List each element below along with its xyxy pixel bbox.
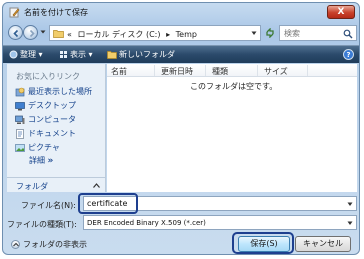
column-divider[interactable] (205, 65, 206, 76)
organize-label: 整理 ▾ (20, 50, 43, 59)
filetype-selected-value: DER Encoded Binary X.509 (*.cer) (87, 219, 206, 227)
favorite-link-documents[interactable]: ドキュメント (15, 128, 76, 139)
organize-icon (9, 50, 18, 59)
breadcrumb-overflow[interactable]: « (67, 30, 72, 39)
save-form: ファイル名(N): ファイルの種類(T): DER Encoded Binary… (3, 193, 359, 254)
column-header-modified[interactable]: 更新日時 (161, 66, 193, 77)
views-icon (60, 51, 67, 58)
filetype-label: ファイルの種類(T): (7, 220, 77, 229)
column-divider[interactable] (307, 65, 308, 76)
recent-pages-dropdown-icon[interactable] (40, 29, 46, 35)
search-icon[interactable] (343, 29, 353, 39)
column-header-size[interactable]: サイズ (264, 66, 288, 77)
refresh-icon[interactable] (265, 28, 275, 38)
favorite-label: 最近表示した場所 (28, 87, 92, 96)
filename-field[interactable] (83, 196, 357, 211)
column-header-type[interactable]: 種類 (212, 66, 228, 77)
folder-icon (53, 30, 64, 38)
organize-button[interactable]: 整理 ▾ (9, 49, 43, 60)
favorite-link-pictures[interactable]: ピクチャ (15, 142, 60, 153)
filename-dropdown-icon[interactable] (347, 202, 353, 207)
title-bar: 名前を付けて保存 X (3, 3, 359, 21)
command-toolbar: 整理 ▾ 表示 ▾ 新しいフォルダ ? (3, 45, 359, 63)
pictures-icon (15, 143, 25, 152)
window-title: 名前を付けて保存 (24, 8, 88, 17)
column-divider[interactable] (257, 65, 258, 76)
column-divider[interactable] (154, 65, 155, 76)
save-dialog-icon (9, 7, 20, 18)
new-folder-icon (107, 51, 117, 59)
new-folder-label: 新しいフォルダ (119, 50, 175, 59)
filename-label: ファイル名(N): (21, 201, 76, 210)
address-row: « ローカル ディスク (C:) ▸ Temp (3, 23, 359, 43)
cancel-button[interactable]: キャンセル (295, 236, 351, 252)
desktop-icon (15, 101, 25, 110)
breadcrumb: « ローカル ディスク (C:) ▸ Temp (67, 29, 200, 40)
new-folder-button[interactable]: 新しいフォルダ (107, 49, 175, 60)
forward-arrow-icon (29, 29, 35, 38)
empty-folder-message: このフォルダは空です。 (190, 82, 278, 91)
favorite-links-heading: お気に入りリンク (16, 72, 80, 81)
column-header-name[interactable]: 名前 (111, 66, 127, 77)
file-list[interactable]: 名前 更新日時 種類 サイズ このフォルダは空です。 (107, 64, 357, 192)
computer-icon (15, 115, 25, 124)
chevron-up-icon (93, 183, 100, 188)
filename-input[interactable] (84, 197, 334, 210)
close-button[interactable]: X (327, 5, 355, 19)
navigation-pane: お気に入りリンク 最近表示した場所 デスクトップ コンピュータ ドキュメント ピ… (7, 64, 106, 192)
double-chevron-icon: » (47, 156, 54, 166)
favorite-label: コンピュータ (28, 115, 76, 124)
more-links-button[interactable]: 詳細 » (29, 155, 53, 166)
chevron-up-circle-icon (11, 240, 20, 249)
search-field[interactable] (279, 25, 357, 41)
breadcrumb-local-disk[interactable]: ローカル ディスク (C:) (77, 30, 160, 39)
views-button[interactable]: 表示 ▾ (59, 49, 93, 60)
recent-places-icon (15, 87, 25, 96)
back-button[interactable] (8, 25, 23, 40)
forward-button[interactable] (23, 25, 38, 40)
save-button[interactable]: 保存(S) (238, 236, 290, 252)
filetype-dropdown-icon[interactable] (347, 221, 353, 226)
save-as-dialog: 名前を付けて保存 X « ローカル ディスク (C:) ▸ Temp 検索 整理… (2, 2, 360, 255)
address-dropdown-icon[interactable] (251, 31, 257, 36)
favorite-link-recent-places[interactable]: 最近表示した場所 (15, 86, 92, 97)
address-bar[interactable]: « ローカル ディスク (C:) ▸ Temp (49, 25, 261, 41)
views-label: 表示 ▾ (70, 50, 93, 59)
favorite-link-desktop[interactable]: デスクトップ (15, 100, 76, 111)
folders-label: フォルダ (16, 182, 48, 191)
breadcrumb-separator[interactable]: ▸ (166, 30, 170, 39)
filetype-select[interactable]: DER Encoded Binary X.509 (*.cer) (83, 215, 357, 230)
favorite-label: ピクチャ (28, 143, 60, 152)
column-headers: 名前 更新日時 種類 サイズ (107, 64, 357, 77)
favorite-link-computer[interactable]: コンピュータ (15, 114, 76, 125)
breadcrumb-temp[interactable]: Temp (176, 30, 197, 39)
favorite-label: デスクトップ (28, 101, 76, 110)
documents-icon (16, 128, 24, 139)
search-input[interactable] (280, 26, 340, 40)
back-arrow-icon (13, 29, 19, 38)
hide-folders-toggle[interactable]: フォルダの非表示 (11, 239, 87, 250)
favorite-label: ドキュメント (28, 129, 76, 138)
help-icon[interactable]: ? (343, 49, 354, 60)
more-label: 詳細 (29, 156, 45, 165)
folders-toggle[interactable]: フォルダ (7, 177, 106, 192)
hide-folders-label: フォルダの非表示 (23, 240, 87, 249)
